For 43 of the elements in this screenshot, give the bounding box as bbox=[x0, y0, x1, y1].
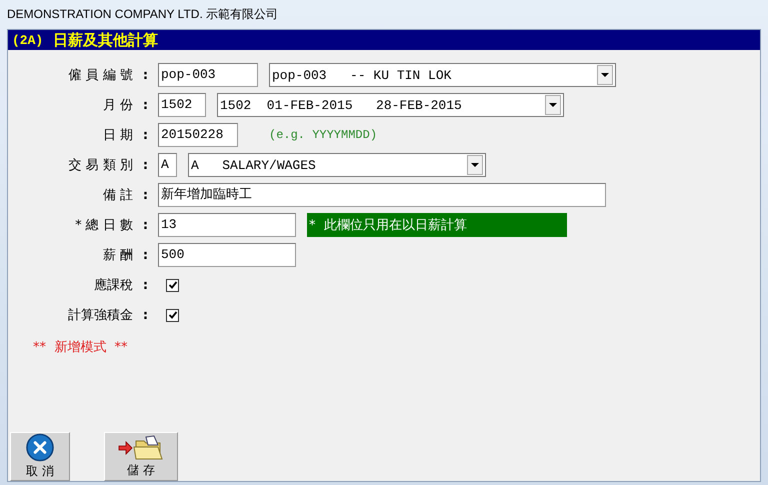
form-code: (2A) bbox=[12, 32, 44, 48]
field-label: 交 易 類 別 bbox=[68, 157, 133, 174]
input-field[interactable]: pop-003 bbox=[158, 63, 258, 87]
dropdown[interactable]: pop-003 -- KU TIN LOK bbox=[269, 63, 616, 87]
close-icon bbox=[25, 433, 55, 462]
cancel-button[interactable]: 取 消 bbox=[10, 432, 70, 481]
colon: : bbox=[142, 308, 150, 322]
colon: : bbox=[142, 188, 150, 202]
colon: : bbox=[142, 278, 150, 292]
colon: : bbox=[142, 218, 150, 232]
field-label: * 總 日 數 bbox=[74, 217, 133, 234]
caret-icon bbox=[601, 73, 609, 77]
format-hint: (e.g. YYYYMMDD) bbox=[269, 128, 378, 142]
field-label: 月 份 bbox=[102, 97, 133, 114]
colon: : bbox=[142, 128, 150, 142]
arrow-folder-icon bbox=[118, 434, 164, 460]
field-label: 計算強積金 bbox=[67, 307, 133, 324]
window-title: DEMONSTRATION COMPANY LTD. 示範有限公司 bbox=[7, 6, 278, 23]
field-label: 日 期 bbox=[102, 127, 133, 144]
dropdown[interactable]: 1502 01-FEB-2015 28-FEB-2015 bbox=[217, 93, 564, 117]
colon: : bbox=[142, 248, 150, 262]
checkbox[interactable] bbox=[166, 308, 179, 322]
save-button[interactable]: 儲 存 bbox=[104, 432, 178, 481]
checkbox[interactable] bbox=[166, 278, 179, 292]
field-label: 僱 員 編 號 bbox=[68, 67, 133, 84]
colon: : bbox=[142, 68, 150, 82]
field-label: 備 註 bbox=[102, 187, 133, 204]
colon: : bbox=[142, 158, 150, 172]
form-title: 日薪及其他計算 bbox=[53, 30, 158, 50]
field-label: 應課稅 bbox=[93, 277, 133, 294]
input-field[interactable]: 13 bbox=[158, 213, 296, 237]
colon: : bbox=[142, 98, 150, 112]
field-label: 薪 酬 bbox=[102, 247, 133, 264]
info-note: * 此欄位只用在以日薪計算 bbox=[307, 213, 567, 237]
caret-icon bbox=[549, 103, 557, 107]
input-field[interactable]: 500 bbox=[158, 243, 296, 267]
dropdown[interactable]: A SALARY/WAGES bbox=[188, 153, 486, 177]
input-field[interactable]: 20150228 bbox=[158, 123, 238, 147]
mode-indicator: ** 新增模式 ** bbox=[33, 339, 129, 356]
caret-icon bbox=[471, 163, 479, 167]
input-field[interactable]: 1502 bbox=[158, 93, 206, 117]
input-field[interactable]: A bbox=[158, 153, 177, 177]
input-field[interactable]: 新年增加臨時工 bbox=[158, 183, 606, 207]
